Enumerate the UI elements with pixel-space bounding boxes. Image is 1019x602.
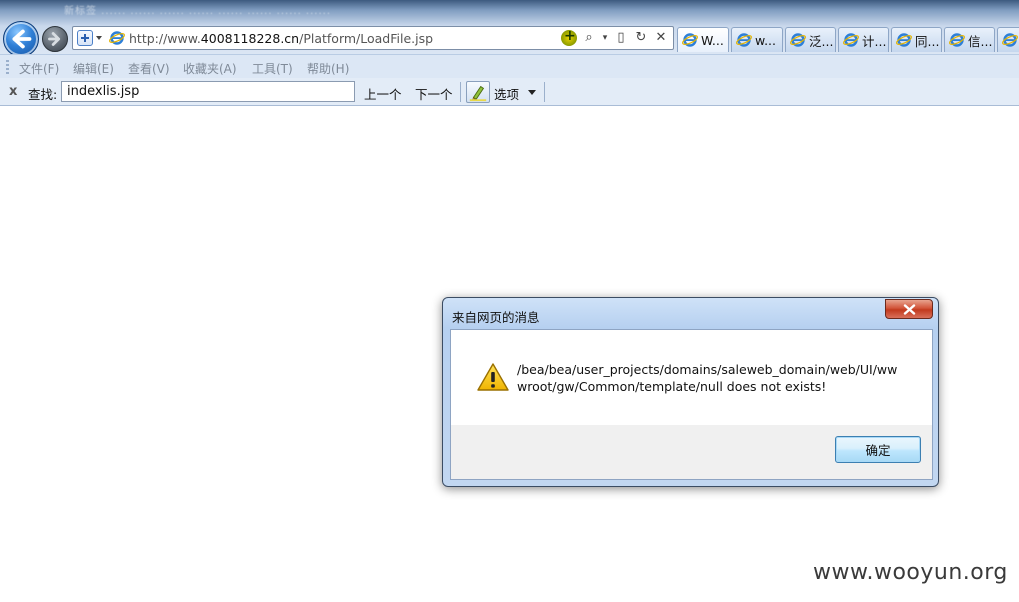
alert-dialog: 来自网页的消息 /bea/bea/user_projects/domains/s… <box>442 297 939 487</box>
ie-page-icon <box>109 31 125 45</box>
add-favorite-icon[interactable] <box>77 30 93 46</box>
address-bar[interactable]: http://www.4008118228.cn/Platform/LoadFi… <box>72 26 674 50</box>
forward-arrow-icon <box>48 32 61 46</box>
menu-help[interactable]: 帮助(H) <box>307 60 349 77</box>
menu-bar: 文件(F) 编辑(E) 查看(V) 收藏夹(A) 工具(T) 帮助(H) <box>0 54 1019 78</box>
window-title: 新标签 ...... ...... ...... ...... ...... .… <box>64 6 332 16</box>
close-icon[interactable]: x <box>9 84 17 99</box>
browser-tab[interactable]: 计... <box>838 27 889 52</box>
tab-label: W... <box>701 32 724 48</box>
highlighter-pen-icon <box>469 85 487 102</box>
browser-tab[interactable]: 信... <box>944 27 995 52</box>
ie-page-icon <box>736 33 752 47</box>
dialog-footer: 确定 <box>451 425 932 479</box>
watermark: www.wooyun.org <box>813 560 1008 585</box>
toolbar-grip[interactable] <box>6 60 9 74</box>
find-options-button[interactable]: 选项 <box>494 84 519 103</box>
forward-button[interactable] <box>42 26 68 52</box>
tab-label: 计... <box>862 33 887 49</box>
compat-page-icon[interactable]: ▯ <box>613 30 629 46</box>
dialog-title: 来自网页的消息 <box>452 310 540 325</box>
browser-tab[interactable]: 泛... <box>785 27 836 52</box>
find-label: 查找: <box>28 87 58 102</box>
url-text[interactable]: http://www.4008118228.cn/Platform/LoadFi… <box>129 31 433 46</box>
compatibility-view-icon[interactable] <box>561 28 577 46</box>
ie-page-icon <box>843 33 859 47</box>
ie-page-icon <box>1002 33 1018 47</box>
chevron-down-icon[interactable] <box>96 36 102 40</box>
close-icon <box>903 304 916 315</box>
tab-label: w... <box>755 32 776 48</box>
browser-chrome: 新标签 ...... ...... ...... ...... ...... .… <box>0 0 1019 57</box>
tab-label: 信... <box>968 33 993 49</box>
find-previous-button[interactable]: 上一个 <box>364 84 402 103</box>
ie-page-icon <box>896 33 912 47</box>
browser-tab[interactable]: 同... <box>891 27 942 52</box>
chevron-down-icon[interactable]: ▾ <box>601 30 609 46</box>
chevron-down-icon[interactable] <box>528 90 536 95</box>
ok-button[interactable]: 确定 <box>835 436 921 463</box>
browser-tab[interactable]: W... <box>677 27 729 52</box>
dialog-close-button[interactable] <box>885 299 933 319</box>
find-input[interactable]: indexlis.jsp <box>61 81 355 102</box>
tab-label: 泛... <box>809 33 834 49</box>
dialog-body: /bea/bea/user_projects/domains/saleweb_d… <box>450 329 933 480</box>
menu-edit[interactable]: 编辑(E) <box>73 60 114 77</box>
divider <box>544 82 545 102</box>
find-next-button[interactable]: 下一个 <box>415 84 453 103</box>
back-button[interactable] <box>3 21 39 57</box>
stop-icon[interactable]: ✕ <box>653 30 669 46</box>
ie-page-icon <box>790 33 806 47</box>
divider <box>460 82 461 102</box>
warning-icon <box>477 363 509 391</box>
ie-page-icon <box>682 33 698 47</box>
refresh-icon[interactable]: ↻ <box>633 30 649 46</box>
menu-favorites[interactable]: 收藏夹(A) <box>183 60 237 77</box>
dialog-message: /bea/bea/user_projects/domains/saleweb_d… <box>517 362 898 394</box>
search-icon[interactable]: ⌕ <box>581 30 597 46</box>
menu-tools[interactable]: 工具(T) <box>252 60 293 77</box>
back-arrow-icon <box>12 29 32 49</box>
menu-view[interactable]: 查看(V) <box>128 60 170 77</box>
ie-page-icon <box>949 33 965 47</box>
menu-file[interactable]: 文件(F) <box>19 60 59 77</box>
browser-tab[interactable]: w... <box>731 27 783 52</box>
find-bar: x 查找: indexlis.jsp 上一个 下一个 选项 <box>0 78 1019 106</box>
tab-label: 同... <box>915 33 940 49</box>
browser-tab[interactable] <box>997 27 1019 52</box>
highlight-button[interactable] <box>466 81 490 103</box>
